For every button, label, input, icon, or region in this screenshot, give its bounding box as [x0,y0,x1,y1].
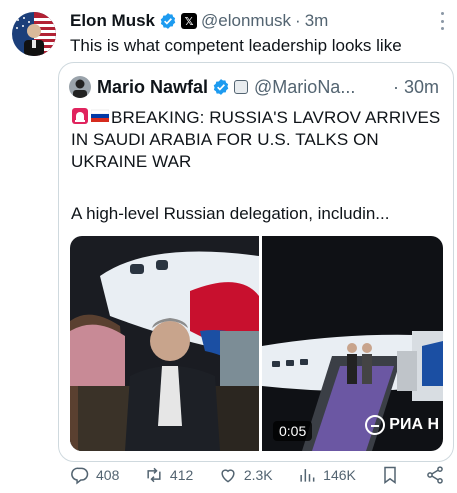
tweet-time[interactable]: 3m [305,11,329,31]
affiliate-badge-icon [234,80,249,94]
quoted-header: Mario Nawfal @MarioNa... · 30m [69,75,443,99]
quoted-snippet: A high-level Russian delegation, includi… [71,204,390,223]
headline-text: BREAKING: RUSSIA'S LAVROV ARRIVES IN SAU… [71,108,441,171]
quoted-time-value: 30m [403,76,439,97]
reply-icon [71,467,89,485]
like-button[interactable]: 2.3K [218,465,273,485]
share-icon [427,466,443,484]
reply-count: 408 [96,467,120,483]
tweet-header: Elon Musk 𝕏 @elonmusk · 3m [70,10,445,32]
verified-badge-icon [212,78,230,96]
views-icon [300,469,315,482]
siren-icon [72,108,88,124]
verified-badge-icon [159,12,177,30]
views-button[interactable]: 146K [297,465,356,485]
quoted-avatar[interactable] [69,76,91,98]
avatar[interactable] [12,12,56,56]
tweet-text: This is what competent leadership looks … [70,36,402,55]
quoted-author-name[interactable]: Mario Nawfal [97,77,208,98]
more-icon[interactable] [437,12,447,30]
like-icon [221,469,235,483]
tweet: Elon Musk 𝕏 @elonmusk · 3m This is what … [0,0,457,493]
author-handle[interactable]: @elonmusk [201,11,291,31]
ria-logo-icon [365,415,386,435]
share-button[interactable] [425,465,445,485]
video-media[interactable]: 0:05 РИА Н [70,236,443,451]
ria-watermark-text: РИА Н [389,416,439,433]
like-count: 2.3K [243,467,273,483]
views-count: 146K [323,467,356,483]
quoted-headline: BREAKING: RUSSIA'S LAVROV ARRIVES IN SAU… [71,107,441,173]
bookmark-button[interactable] [380,465,400,485]
quoted-time[interactable]: · 30m [393,77,443,98]
quoted-author-handle[interactable]: @MarioNa... [254,77,355,98]
author-name[interactable]: Elon Musk [70,11,155,31]
reply-button[interactable]: 408 [70,465,119,485]
headline-emojis [71,107,109,125]
russia-flag-icon [91,109,109,122]
ria-watermark: РИА Н [365,415,439,435]
bookmark-icon [384,466,397,484]
repost-count: 412 [169,467,194,483]
video-duration: 0:05 [273,421,313,441]
repost-icon [147,467,161,483]
separator-dot: · [295,11,301,30]
video-frame-left [70,236,259,451]
tweet-actions: 408 412 2.3K 146K [70,463,445,487]
separator-dot: · [392,76,399,97]
quoted-tweet[interactable]: Mario Nawfal @MarioNa... · 30m BREAKING:… [58,62,454,462]
x-logo-icon: 𝕏 [181,13,198,29]
repost-button[interactable]: 412 [144,465,193,485]
